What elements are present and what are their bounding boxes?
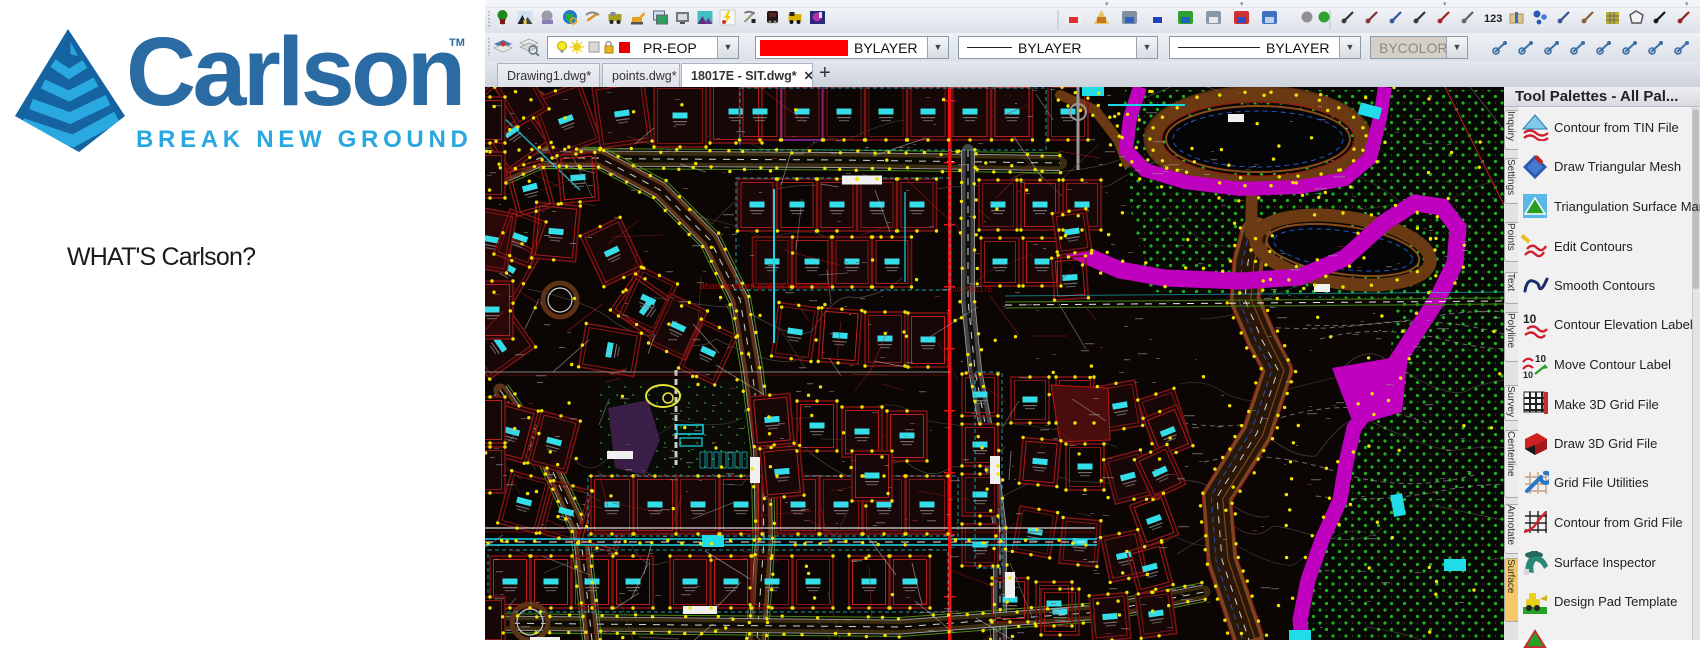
svg-text:10: 10 [1523,370,1533,378]
svg-text:10: 10 [1523,312,1537,326]
svg-text:no. 18017E: no. 18017E [952,285,993,294]
svg-text:BREAK NEW GROUND: BREAK NEW GROUND [136,126,473,153]
svg-text:10: 10 [1535,354,1547,365]
svg-text:123: 123 [1484,13,1502,25]
